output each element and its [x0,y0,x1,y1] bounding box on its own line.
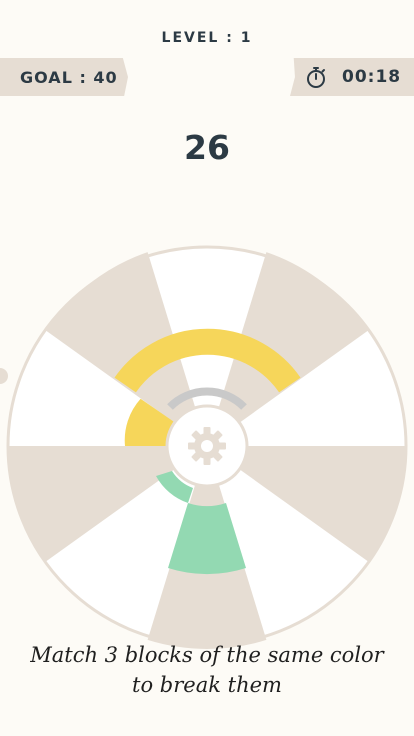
gear-icon[interactable] [188,427,226,465]
instruction-text: Match 3 blocks of the same color to brea… [0,640,414,700]
game-screen: LEVEL : 1 GOAL : 40 00:18 26 Match 3 blo… [0,0,414,736]
instruction-line-1: Match 3 blocks of the same color [30,643,384,667]
game-board[interactable] [0,0,414,736]
instruction-line-2: to break them [132,673,282,697]
